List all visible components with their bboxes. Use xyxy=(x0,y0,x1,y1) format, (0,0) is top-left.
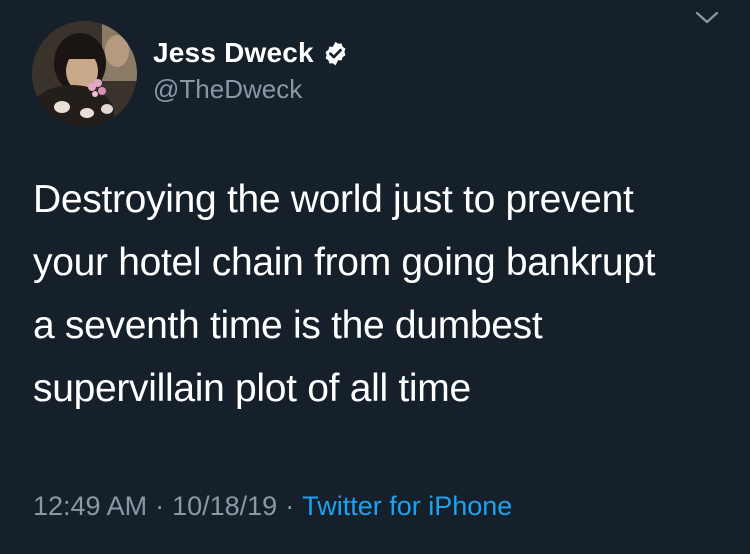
tweet-text-line: a seventh time is the dumbest xyxy=(33,304,543,347)
tweet-card: Jess Dweck @TheDweck Destroying the worl… xyxy=(0,0,750,554)
tweet-text-line: your hotel chain from going bankrupt xyxy=(33,241,656,284)
tweet-text: Destroying the world just to prevent you… xyxy=(33,168,733,420)
tweet-meta: 12:49 AM · 10/18/19 · Twitter for iPhone xyxy=(33,491,512,522)
tweet-text-line: supervillain plot of all time xyxy=(33,367,471,410)
avatar-image xyxy=(32,21,137,126)
chevron-down-icon[interactable] xyxy=(694,9,720,27)
handle[interactable]: @TheDweck xyxy=(153,73,349,105)
tweet-date[interactable]: 10/18/19 xyxy=(172,491,277,521)
avatar[interactable] xyxy=(32,21,137,126)
tweet-time[interactable]: 12:49 AM xyxy=(33,491,147,521)
tweet-source-link[interactable]: Twitter for iPhone xyxy=(302,491,512,521)
tweet-header: Jess Dweck @TheDweck xyxy=(153,33,349,105)
display-name[interactable]: Jess Dweck xyxy=(153,37,314,69)
meta-separator: · xyxy=(285,491,295,521)
meta-separator: · xyxy=(155,491,165,521)
verified-badge-icon xyxy=(322,40,349,67)
name-row: Jess Dweck xyxy=(153,33,349,73)
tweet-text-line: Destroying the world just to prevent xyxy=(33,178,634,221)
